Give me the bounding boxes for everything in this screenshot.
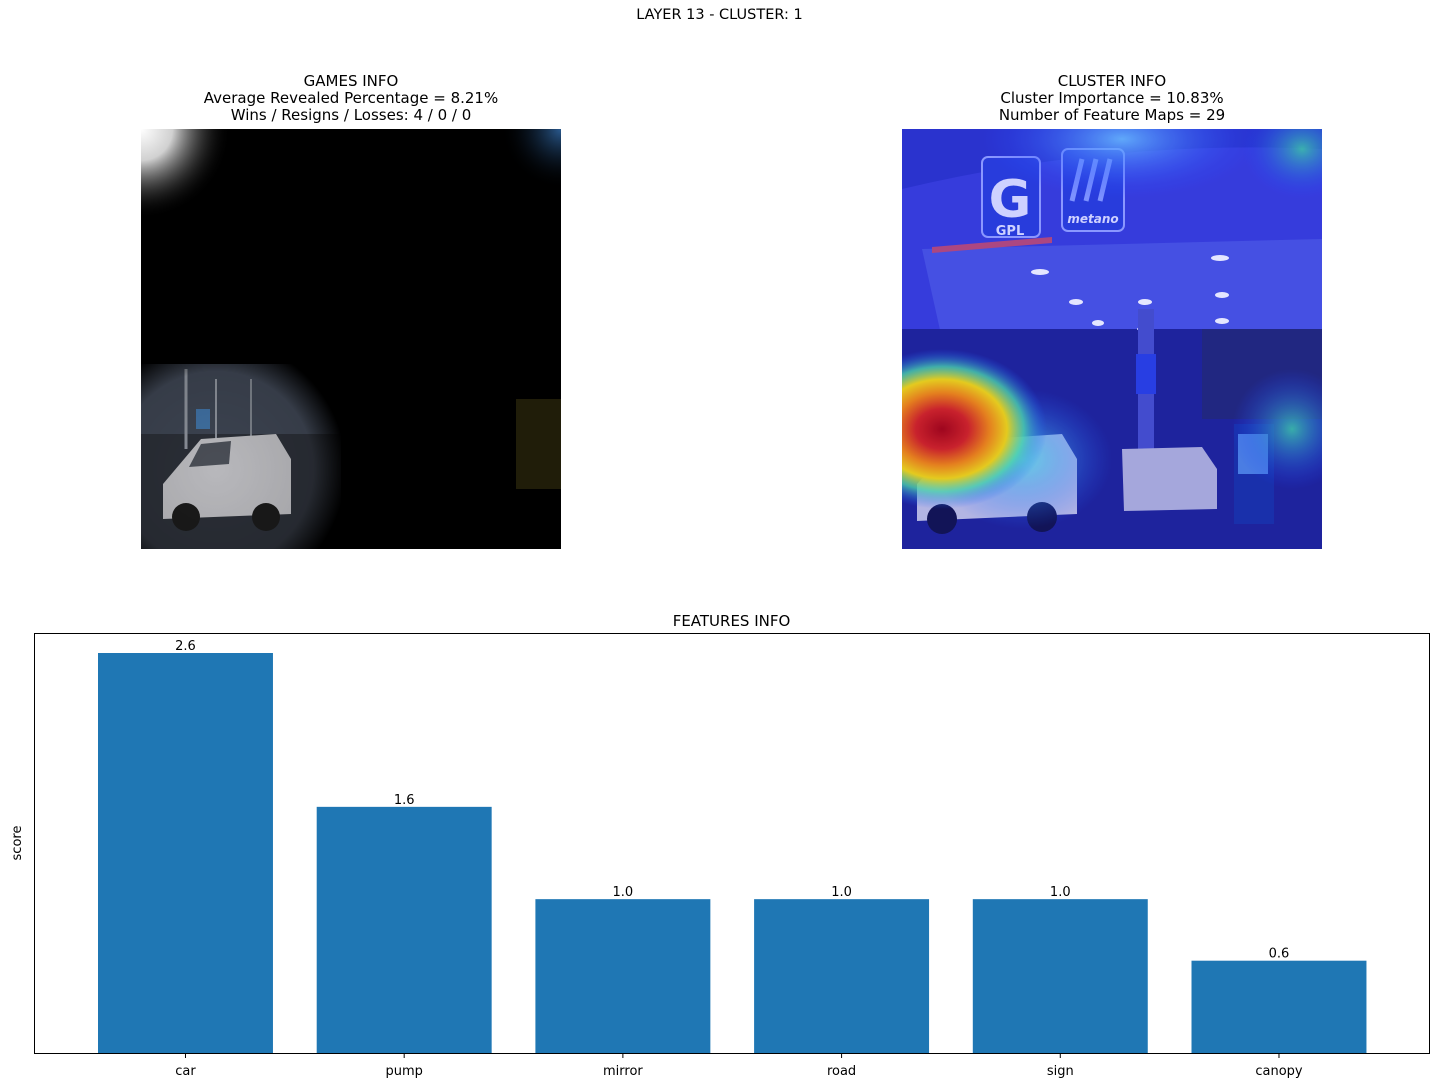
x-tick-label-mirror: mirror (603, 1064, 643, 1079)
bar-canopy (1191, 960, 1367, 1053)
x-tick-label-road: road (827, 1064, 856, 1079)
bar-value-label-car: 2.6 (175, 639, 196, 654)
bar-value-label-canopy: 0.6 (1269, 947, 1290, 962)
bar-mirror (535, 899, 711, 1053)
x-tick-label-sign: sign (1047, 1064, 1074, 1079)
bar-pump (316, 806, 492, 1053)
x-tick-label-canopy: canopy (1255, 1064, 1303, 1079)
bar-value-label-road: 1.0 (831, 885, 852, 900)
x-tick-label-pump: pump (385, 1064, 422, 1079)
bar-car (98, 653, 273, 1053)
x-tick-label-car: car (175, 1064, 196, 1079)
features-bar-chart: FEATURES INFO score 2.6 car 1.6 pump 1.0 mirror… (10, 612, 1430, 1079)
bar-road (754, 899, 930, 1053)
bar-value-label-mirror: 1.0 (613, 885, 634, 900)
bar-value-label-pump: 1.6 (394, 793, 415, 808)
y-axis-label: score (10, 826, 25, 861)
chart-title: FEATURES INFO (673, 612, 791, 630)
bar-value-label-sign: 1.0 (1050, 885, 1071, 900)
bar-sign (972, 899, 1148, 1053)
